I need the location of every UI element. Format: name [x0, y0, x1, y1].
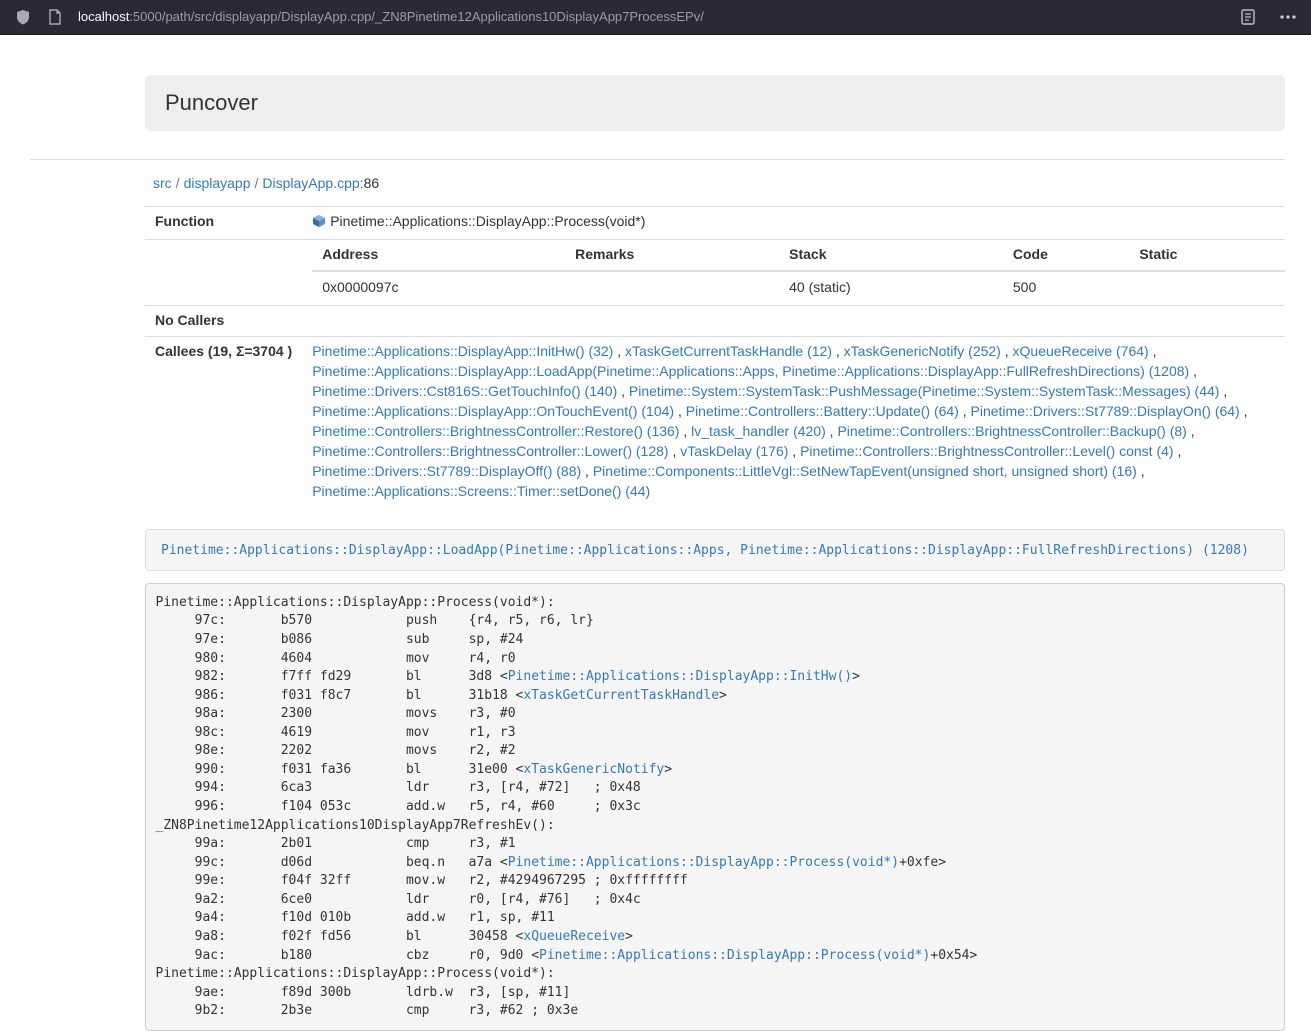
symbol-panel-link[interactable]: Pinetime::Applications::DisplayApp::Load…: [161, 543, 1249, 558]
breadcrumb: src/displayapp/DisplayApp.cpp:86: [145, 172, 1285, 196]
callee-link[interactable]: Pinetime::Applications::DisplayApp::OnTo…: [312, 403, 674, 419]
callee-link[interactable]: Pinetime::System::SystemTask::PushMessag…: [629, 383, 1220, 399]
callee-separator: ,: [1189, 363, 1197, 379]
stats-address-value: 0x0000097c: [312, 271, 565, 305]
breadcrumb-line-number: 86: [364, 175, 380, 191]
callee-link[interactable]: Pinetime::Controllers::BrightnessControl…: [800, 443, 1173, 459]
no-callers-row: No Callers: [145, 305, 1285, 336]
callee-separator: ,: [1001, 343, 1013, 359]
no-callers-label: No Callers: [145, 305, 302, 336]
callee-link[interactable]: lv_task_handler (420): [691, 423, 826, 439]
stats-stack-value: 40 (static): [779, 271, 1003, 305]
stats-header-row: Address Remarks Stack Code Static: [312, 240, 1285, 271]
callee-separator: ,: [1240, 403, 1248, 419]
callee-link[interactable]: Pinetime::Applications::Screens::Timer::…: [312, 483, 650, 499]
toolbar-right: [1239, 8, 1297, 26]
function-name: Pinetime::Applications::DisplayApp::Proc…: [330, 213, 645, 229]
callee-link[interactable]: Pinetime::Applications::DisplayApp::Load…: [312, 363, 1189, 379]
function-icon: [312, 214, 326, 234]
disassembly-symbol-link[interactable]: Pinetime::Applications::DisplayApp::Proc…: [508, 855, 899, 870]
stats-header-stack: Stack: [779, 240, 1003, 271]
disassembly-symbol-link[interactable]: Pinetime::Applications::DisplayApp::Init…: [508, 669, 852, 684]
stats-row-spacer: [145, 239, 302, 305]
stats-header-address: Address: [312, 240, 565, 271]
breadcrumb-separator: /: [172, 175, 184, 191]
callee-link[interactable]: Pinetime::Drivers::St7789::DisplayOn() (…: [971, 403, 1240, 419]
overflow-menu-icon[interactable]: [1279, 8, 1297, 26]
disassembly-pre: Pinetime::Applications::DisplayApp::Proc…: [145, 583, 1285, 1031]
breadcrumb-link-displayapp[interactable]: displayapp: [184, 175, 251, 191]
callee-link[interactable]: Pinetime::Controllers::Battery::Update()…: [686, 403, 959, 419]
shield-icon[interactable]: [14, 8, 32, 26]
callee-separator: ,: [959, 403, 971, 419]
callee-link[interactable]: xTaskGenericNotify (252): [844, 343, 1001, 359]
callee-link[interactable]: xTaskGetCurrentTaskHandle (12): [625, 343, 832, 359]
function-row: Function Pinetime::Applications::Display…: [145, 206, 1285, 239]
callee-separator: ,: [613, 343, 625, 359]
no-callers-cell: [302, 305, 1285, 336]
callee-link[interactable]: Pinetime::Drivers::St7789::DisplayOff() …: [312, 463, 581, 479]
callee-separator: ,: [617, 383, 629, 399]
callees-label: Callees (19, Σ=3704 ): [145, 336, 302, 506]
disassembly-symbol-link[interactable]: xTaskGenericNotify: [523, 762, 664, 777]
callee-link[interactable]: Pinetime::Applications::DisplayApp::Init…: [312, 343, 613, 359]
url-host: localhost: [78, 9, 129, 24]
stats-static-value: [1129, 271, 1285, 305]
callee-link[interactable]: Pinetime::Components::LittleVgl::SetNewT…: [593, 463, 1137, 479]
callee-link[interactable]: Pinetime::Controllers::BrightnessControl…: [312, 423, 679, 439]
callees-list: Pinetime::Applications::DisplayApp::Init…: [302, 336, 1285, 506]
callees-row: Callees (19, Σ=3704 ) Pinetime::Applicat…: [145, 336, 1285, 506]
callee-link[interactable]: Pinetime::Controllers::BrightnessControl…: [312, 443, 668, 459]
callee-link[interactable]: xQueueReceive (764): [1013, 343, 1149, 359]
callee-separator: ,: [674, 403, 686, 419]
url-path: :5000/path/src/displayapp/DisplayApp.cpp…: [129, 9, 704, 24]
callee-separator: ,: [1149, 343, 1157, 359]
callee-separator: ,: [788, 443, 800, 459]
stats-header-static: Static: [1129, 240, 1285, 271]
callee-separator: ,: [679, 423, 691, 439]
function-name-cell: Pinetime::Applications::DisplayApp::Proc…: [302, 206, 1285, 239]
browser-toolbar: localhost:5000/path/src/displayapp/Displ…: [0, 0, 1311, 35]
breadcrumb-link-src[interactable]: src: [153, 175, 172, 191]
function-table: Function Pinetime::Applications::Display…: [145, 206, 1285, 507]
callee-link[interactable]: Pinetime::Controllers::BrightnessControl…: [837, 423, 1186, 439]
callee-separator: ,: [1137, 463, 1145, 479]
stats-code-value: 500: [1003, 271, 1129, 305]
callee-separator: ,: [826, 423, 838, 439]
symbol-panel-heading: Pinetime::Applications::DisplayApp::Load…: [146, 530, 1284, 571]
stats-header-remarks: Remarks: [565, 240, 779, 271]
url-bar[interactable]: localhost:5000/path/src/displayapp/Displ…: [78, 8, 1225, 27]
callee-separator: ,: [581, 463, 593, 479]
callee-separator: ,: [1174, 443, 1182, 459]
divider-line: [30, 159, 1285, 160]
page-title: Puncover: [165, 90, 1265, 116]
function-label: Function: [145, 206, 302, 239]
page-info-icon[interactable]: [46, 8, 64, 26]
jumbotron: Puncover: [145, 75, 1285, 131]
breadcrumb-separator: /: [251, 175, 263, 191]
stats-table: Address Remarks Stack Code Static 0x0000…: [312, 240, 1285, 305]
callee-separator: ,: [669, 443, 681, 459]
callee-link[interactable]: vTaskDelay (176): [680, 443, 788, 459]
callee-link[interactable]: Pinetime::Drivers::Cst816S::GetTouchInfo…: [312, 383, 617, 399]
callee-separator: ,: [1219, 383, 1227, 399]
stats-remarks-value: [565, 271, 779, 305]
reader-mode-icon[interactable]: [1239, 8, 1257, 26]
stats-cell: Address Remarks Stack Code Static 0x0000…: [302, 239, 1285, 305]
disassembly-symbol-link[interactable]: xTaskGetCurrentTaskHandle: [523, 688, 719, 703]
symbol-panel: Pinetime::Applications::DisplayApp::Load…: [145, 529, 1285, 572]
stats-values-row: 0x0000097c 40 (static) 500: [312, 271, 1285, 305]
callee-separator: ,: [1187, 423, 1195, 439]
function-stats-row: Address Remarks Stack Code Static 0x0000…: [145, 239, 1285, 305]
disassembly-symbol-link[interactable]: xQueueReceive: [523, 929, 625, 944]
page: Puncover src/displayapp/DisplayApp.cpp:8…: [0, 75, 1311, 1031]
breadcrumb-link-file[interactable]: DisplayApp.cpp:: [262, 175, 363, 191]
callee-separator: ,: [832, 343, 844, 359]
disassembly-symbol-link[interactable]: Pinetime::Applications::DisplayApp::Proc…: [539, 948, 930, 963]
stats-header-code: Code: [1003, 240, 1129, 271]
